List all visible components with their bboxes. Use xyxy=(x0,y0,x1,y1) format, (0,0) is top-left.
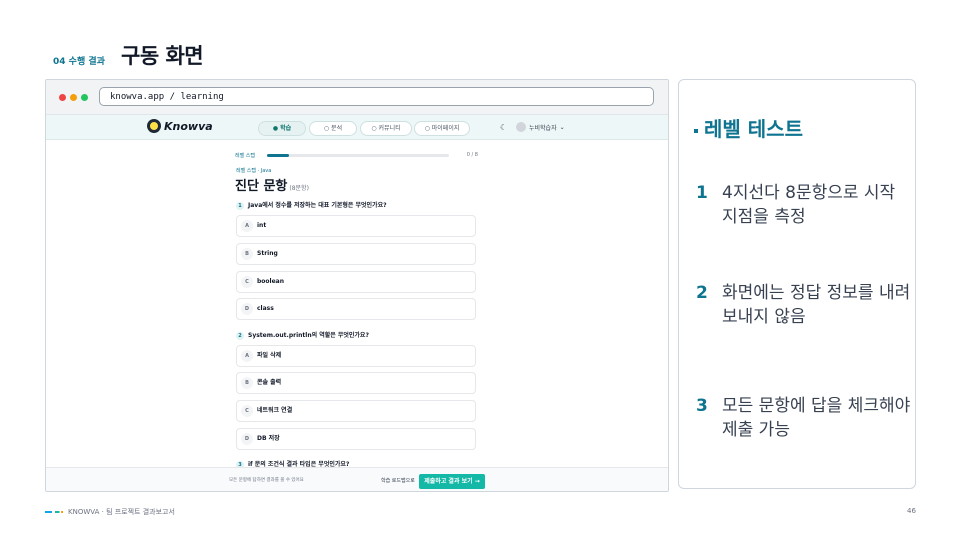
nav-mypage[interactable]: ○ 마이페이지 xyxy=(414,121,470,136)
panel-title: 레벨 테스트 xyxy=(694,113,803,142)
info-panel: 레벨 테스트 1 4지선다 8문항으로 시작 지점을 측정 2 화면에는 정답 정보… xyxy=(678,79,916,489)
point-text: 모든 문항에 답을 체크해야 제출 가능 xyxy=(722,396,911,440)
option-text: 네트워크 연결 xyxy=(257,407,293,414)
option-2c[interactable]: C 네트워크 연결 xyxy=(236,400,476,422)
breadcrumb: 레벨 스텝 · Java xyxy=(236,168,272,174)
close-dot-icon[interactable] xyxy=(59,94,66,101)
question-text: System.out.println의 역할은 무엇인가요? xyxy=(248,332,369,339)
avatar xyxy=(516,122,526,132)
progress-count: 0 / 8 xyxy=(466,152,478,158)
option-1d[interactable]: Dclass xyxy=(236,298,476,320)
page-title-text: 진단 문항 xyxy=(235,179,288,194)
page-title: 진단 문항 (8문항) xyxy=(235,175,309,194)
logo-text: Knowva xyxy=(164,119,213,133)
nav-analysis[interactable]: ○ 분석 xyxy=(309,121,357,136)
point-number: 1 xyxy=(696,183,708,203)
submit-button[interactable]: 제출하고 결과 보기 → xyxy=(419,474,485,489)
question-1: 1 Java에서 정수를 저장하는 대표 기본형은 무엇인가요? xyxy=(236,200,387,210)
question-number: 1 xyxy=(236,202,244,210)
address-bar[interactable]: knowva.app / learning xyxy=(99,87,654,106)
option-text: DB 저장 xyxy=(257,435,280,442)
maximize-dot-icon[interactable] xyxy=(81,94,88,101)
option-text: 콘솔 출력 xyxy=(257,379,282,386)
option-letter: C xyxy=(241,275,253,288)
point-number: 3 xyxy=(696,396,708,416)
user-name: 누비학습자 xyxy=(529,124,557,132)
logo-icon xyxy=(147,119,161,133)
option-1b[interactable]: B String xyxy=(236,243,476,265)
progress: 레벨 스텝 0 / 8 xyxy=(235,152,478,160)
page-title-sub: (8문항) xyxy=(289,185,309,192)
browser-chrome: knowva.app / learning xyxy=(46,80,668,115)
brand-dash-icon xyxy=(45,511,63,513)
option-text: int xyxy=(257,222,267,229)
point-text: 화면에는 정답 정보를 내려보내지 않음 xyxy=(722,283,911,327)
panel-title-text: 레벨 테스트 xyxy=(704,117,803,141)
option-2b[interactable]: B 콘솔 출력 xyxy=(236,372,476,394)
option-2d[interactable]: D DB 저장 xyxy=(236,428,476,450)
nav-analysis-label: 분석 xyxy=(331,125,343,132)
option-letter: B xyxy=(241,376,253,389)
theme-toggle-icon[interactable]: ☾ xyxy=(500,123,507,132)
progress-label: 레벨 스텝 xyxy=(235,153,255,159)
option-1a[interactable]: Aint xyxy=(236,215,476,237)
option-letter: B xyxy=(241,247,253,260)
nav-learn[interactable]: ● 학습 xyxy=(258,121,306,136)
option-text: boolean xyxy=(257,278,284,285)
footer-label: KNOWVA · 팀 프로젝트 결과보고서 xyxy=(68,508,175,516)
option-text: 파일 삭제 xyxy=(257,352,282,359)
option-1c[interactable]: Cboolean xyxy=(236,271,476,293)
option-text: class xyxy=(257,305,274,312)
question-2: 2 System.out.println의 역할은 무엇인가요? xyxy=(236,330,369,340)
browser-window: knowva.app / learning Knowva ● 학습 ○ 분석 ○… xyxy=(45,79,669,492)
roadmap-link[interactable]: 학습 로드맵으로 xyxy=(381,477,415,484)
user-menu[interactable]: 누비학습자 ⌄ xyxy=(516,120,565,134)
question-text: Java에서 정수를 저장하는 대표 기본형은 무엇인가요? xyxy=(248,202,387,209)
nav-learn-label: 학습 xyxy=(280,125,292,132)
point-number: 2 xyxy=(696,283,708,303)
progress-fill xyxy=(267,154,289,157)
app-header: Knowva ● 학습 ○ 분석 ○ 커뮤니티 ○ 마이페이지 ☾ 누비학습자 … xyxy=(46,115,668,140)
nav-community-label: 커뮤니티 xyxy=(378,125,401,132)
page-footer: KNOWVA · 팀 프로젝트 결과보고서 xyxy=(45,507,175,517)
question-number: 2 xyxy=(236,332,244,340)
progress-bar xyxy=(267,154,449,157)
nav-community[interactable]: ○ 커뮤니티 xyxy=(360,121,412,136)
option-letter: A xyxy=(241,219,253,232)
option-2a[interactable]: A 파일 삭제 xyxy=(236,345,476,367)
slide-title: 구동 화면 xyxy=(121,44,204,68)
slide-tag: 04 수행 결과 xyxy=(53,57,105,67)
quiz-footer: 모든 문항에 답하면 결과를 볼 수 있어요 학습 로드맵으로 제출하고 결과 … xyxy=(46,467,668,491)
option-letter: D xyxy=(241,302,253,315)
option-letter: C xyxy=(241,404,253,417)
footer-note: 모든 문항에 답하면 결과를 볼 수 있어요 xyxy=(229,478,304,483)
point-text: 4지선다 8문항으로 시작 지점을 측정 xyxy=(722,183,896,227)
option-letter: A xyxy=(241,349,253,362)
page-number: 46 xyxy=(907,507,916,515)
option-letter: D xyxy=(241,432,253,445)
minimize-dot-icon[interactable] xyxy=(70,94,77,101)
option-text: String xyxy=(257,250,278,257)
nav-mypage-label: 마이페이지 xyxy=(431,125,460,132)
chevron-down-icon: ⌄ xyxy=(559,123,565,131)
bullet-icon xyxy=(694,128,698,133)
logo[interactable]: Knowva xyxy=(147,119,213,133)
